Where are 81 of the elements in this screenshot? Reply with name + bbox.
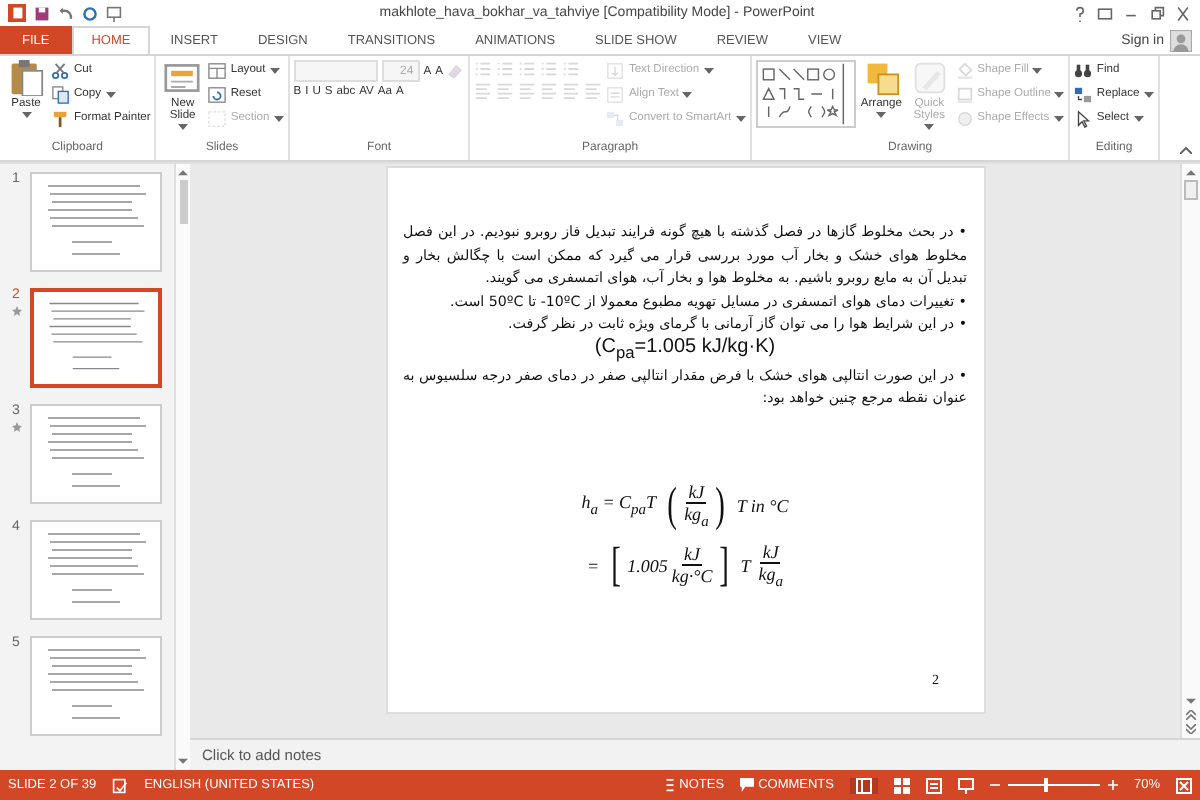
list-icon	[562, 60, 581, 78]
brush-icon	[52, 109, 70, 127]
grid-view-icon[interactable]	[893, 777, 910, 793]
align-icon	[496, 82, 515, 100]
scroll-down-icon[interactable]	[1186, 698, 1196, 706]
caret-icon	[21, 112, 31, 118]
reading-view-icon[interactable]	[925, 777, 942, 793]
outline-icon	[955, 85, 974, 103]
list-icon	[518, 60, 537, 78]
align-text-icon	[606, 85, 625, 103]
effects-icon	[955, 109, 974, 127]
ribbon-display-icon[interactable]	[1096, 5, 1114, 21]
caret-icon	[924, 124, 935, 130]
formula-text: (C$_{pa}$=1.005 kJ/kg·K)	[592, 335, 778, 363]
slide-icon	[164, 60, 201, 96]
slideshow-icon[interactable]	[957, 777, 974, 793]
comment-icon	[740, 778, 755, 792]
align-icon	[474, 82, 493, 100]
slide-thumbnail[interactable]	[30, 288, 162, 388]
caret-icon	[269, 67, 280, 73]
undo-icon[interactable]	[58, 5, 74, 21]
slide-thumbnail[interactable]	[30, 172, 162, 272]
caret-icon	[703, 67, 714, 73]
save-icon[interactable]	[34, 5, 50, 21]
help-icon[interactable]	[1072, 5, 1088, 21]
scroll-down-icon[interactable]	[178, 758, 188, 766]
restore-icon[interactable]	[1148, 5, 1166, 21]
close-icon[interactable]	[1174, 5, 1192, 21]
slide-thumbnail[interactable]	[30, 520, 162, 620]
pencil-icon	[911, 60, 948, 96]
scissors-icon	[52, 61, 70, 79]
replace-icon	[1074, 85, 1093, 103]
zoom-slider[interactable]	[1044, 778, 1049, 792]
collapse-ribbon-icon[interactable]	[1180, 146, 1192, 154]
reset-icon	[208, 85, 227, 103]
fit-slide-icon[interactable]	[1176, 777, 1192, 793]
previous-slide-icon[interactable]	[1186, 710, 1196, 720]
caret-icon	[273, 115, 284, 121]
align-icon	[562, 82, 581, 100]
shapes-gallery[interactable]	[755, 60, 856, 128]
caret-icon	[1032, 67, 1043, 73]
caret-icon	[1133, 115, 1144, 121]
align-icon	[540, 82, 559, 100]
list-icon	[474, 60, 493, 78]
slide-thumbnail[interactable]	[30, 404, 162, 504]
next-slide-icon[interactable]	[1186, 724, 1196, 734]
caret-icon	[1053, 115, 1064, 121]
scrollbar-thumb[interactable]	[1184, 180, 1198, 200]
slide-thumbnail[interactable]	[30, 636, 162, 736]
scroll-up-icon[interactable]	[178, 168, 188, 176]
smartart-icon	[606, 109, 625, 127]
app-logo-icon	[8, 4, 26, 22]
pointer-icon	[1074, 109, 1093, 127]
eraser-icon	[446, 62, 465, 80]
caret-icon	[177, 124, 188, 130]
slideshow-icon[interactable]	[106, 5, 122, 21]
notes-icon	[663, 778, 676, 792]
caret-icon	[1143, 91, 1154, 97]
normal-view-icon[interactable]	[855, 777, 872, 793]
paint-bucket-icon	[955, 61, 974, 79]
caret-icon	[105, 91, 116, 97]
caret-icon	[1054, 91, 1065, 97]
arrange-icon	[863, 60, 900, 96]
caret-icon	[682, 91, 693, 97]
align-icon	[584, 82, 603, 100]
caret-icon	[876, 112, 887, 118]
layout-icon	[208, 61, 227, 79]
caret-icon	[735, 115, 746, 121]
pages-icon	[52, 85, 70, 103]
scroll-up-icon[interactable]	[1186, 168, 1196, 176]
clipboard-icon	[8, 60, 44, 96]
zoom-in-icon[interactable]	[1107, 780, 1118, 790]
avatar-icon[interactable]	[1170, 29, 1192, 51]
text-direction-icon	[606, 61, 625, 79]
binoculars-icon	[1074, 61, 1093, 79]
list-icon	[496, 60, 515, 78]
list-icon	[540, 60, 559, 78]
align-icon	[518, 82, 537, 100]
section-icon	[208, 109, 227, 127]
zoom-out-icon[interactable]	[989, 780, 1000, 790]
spelling-icon[interactable]	[112, 777, 129, 793]
